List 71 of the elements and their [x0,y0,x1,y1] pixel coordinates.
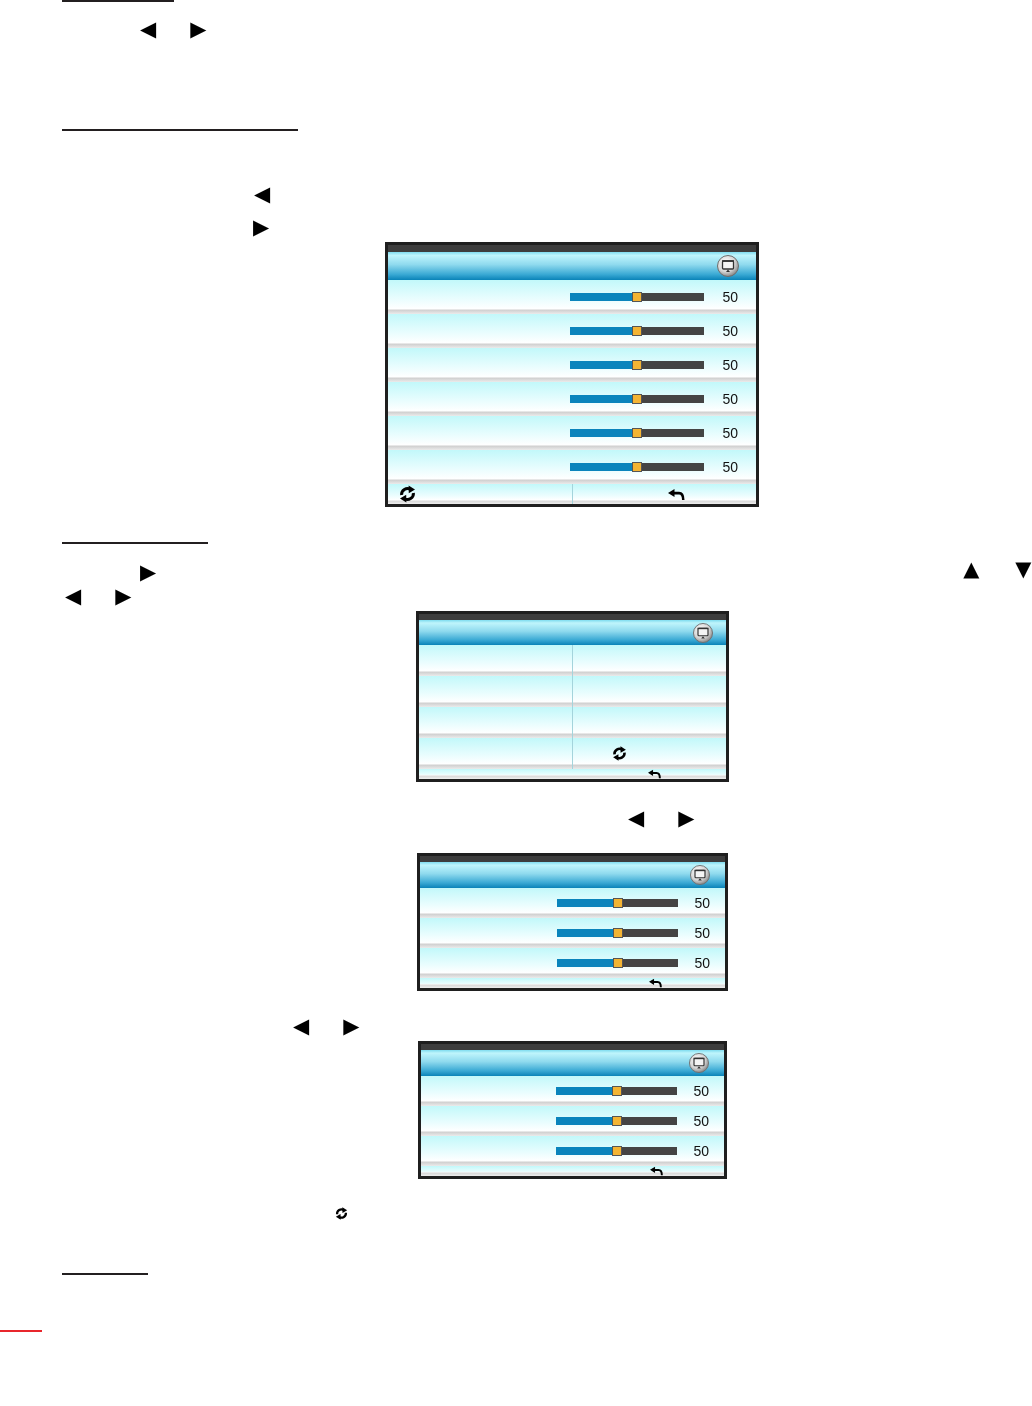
slider-track[interactable] [557,898,679,908]
arrow-key-symbol: ◀ [140,19,157,40]
slider-track[interactable] [570,394,705,404]
refresh-icon [335,1206,348,1221]
menu-row[interactable]: 50 [388,416,756,450]
arrow-key-symbol: ▶ [140,562,157,583]
slider-thumb[interactable] [612,958,623,968]
slider-thumb[interactable] [611,1116,622,1126]
slider-thumb[interactable] [632,360,643,370]
monitor-icon [717,255,739,277]
menu-row[interactable]: 50 [421,1106,724,1136]
slider-value: 50 [722,426,738,440]
slider-value: 50 [693,1084,709,1098]
slider-value: 50 [693,1114,709,1128]
slider-track[interactable] [556,1116,678,1126]
slider-thumb[interactable] [611,1146,622,1156]
arrow-key-symbol: ▶ [343,1016,360,1037]
menu-row[interactable]: 50 [388,348,756,382]
slider-value: 50 [693,1144,709,1158]
arrow-key-symbol: ◀ [293,1016,310,1037]
slider-thumb[interactable] [632,428,643,438]
slider-thumb[interactable] [611,1086,622,1096]
menu-row[interactable]: 50 [388,382,756,416]
menu-row[interactable]: 50 [421,1076,724,1106]
arrow-key-symbol: ◀ [254,184,271,205]
monitor-icon [689,1053,709,1073]
slider-value: 50 [722,290,738,304]
slider-thumb[interactable] [612,898,623,908]
menu-row[interactable]: 50 [388,450,756,484]
slider-value: 50 [722,324,738,338]
slider-track[interactable] [556,1146,678,1156]
arrow-key-symbol: ▶ [190,19,207,40]
slider-track[interactable] [556,1086,678,1096]
slider-thumb[interactable] [632,394,643,404]
return-arrow-icon[interactable] [649,978,663,988]
arrow-key-symbol: ▶ [115,586,132,607]
return-arrow-icon[interactable] [667,488,686,500]
refresh-icon[interactable] [399,484,416,504]
slider-track[interactable] [557,958,679,968]
return-arrow-icon[interactable] [650,1166,664,1176]
slider-track[interactable] [570,292,705,302]
slider-value: 50 [722,392,738,406]
arrow-key-symbol: ▲ [963,559,980,580]
menu-row[interactable]: 50 [388,280,756,314]
menu-row[interactable]: 50 [420,948,725,978]
refresh-icon[interactable] [612,745,627,762]
slider-value: 50 [694,956,710,970]
monitor-icon [690,865,710,885]
arrow-key-symbol: ◀ [65,586,82,607]
slider-track[interactable] [570,462,705,472]
slider-value: 50 [722,460,738,474]
slider-track[interactable] [570,360,705,370]
slider-track[interactable] [570,326,705,336]
arrow-key-symbol: ▶ [253,217,270,238]
menu-row[interactable]: 50 [420,888,725,918]
arrow-key-symbol: ▼ [1015,559,1032,580]
slider-value: 50 [694,926,710,940]
arrow-key-symbol: ▶ [678,808,695,829]
slider-track[interactable] [570,428,705,438]
slider-value: 50 [722,358,738,372]
return-arrow-icon[interactable] [648,769,662,779]
slider-track[interactable] [557,928,679,938]
menu-row[interactable]: 50 [421,1136,724,1166]
slider-thumb[interactable] [632,462,643,472]
menu-row[interactable]: 50 [388,314,756,348]
arrow-key-symbol: ◀ [628,808,645,829]
slider-thumb[interactable] [632,326,643,336]
menu-row[interactable]: 50 [420,918,725,948]
slider-value: 50 [694,896,710,910]
slider-thumb[interactable] [632,292,643,302]
slider-thumb[interactable] [612,928,623,938]
